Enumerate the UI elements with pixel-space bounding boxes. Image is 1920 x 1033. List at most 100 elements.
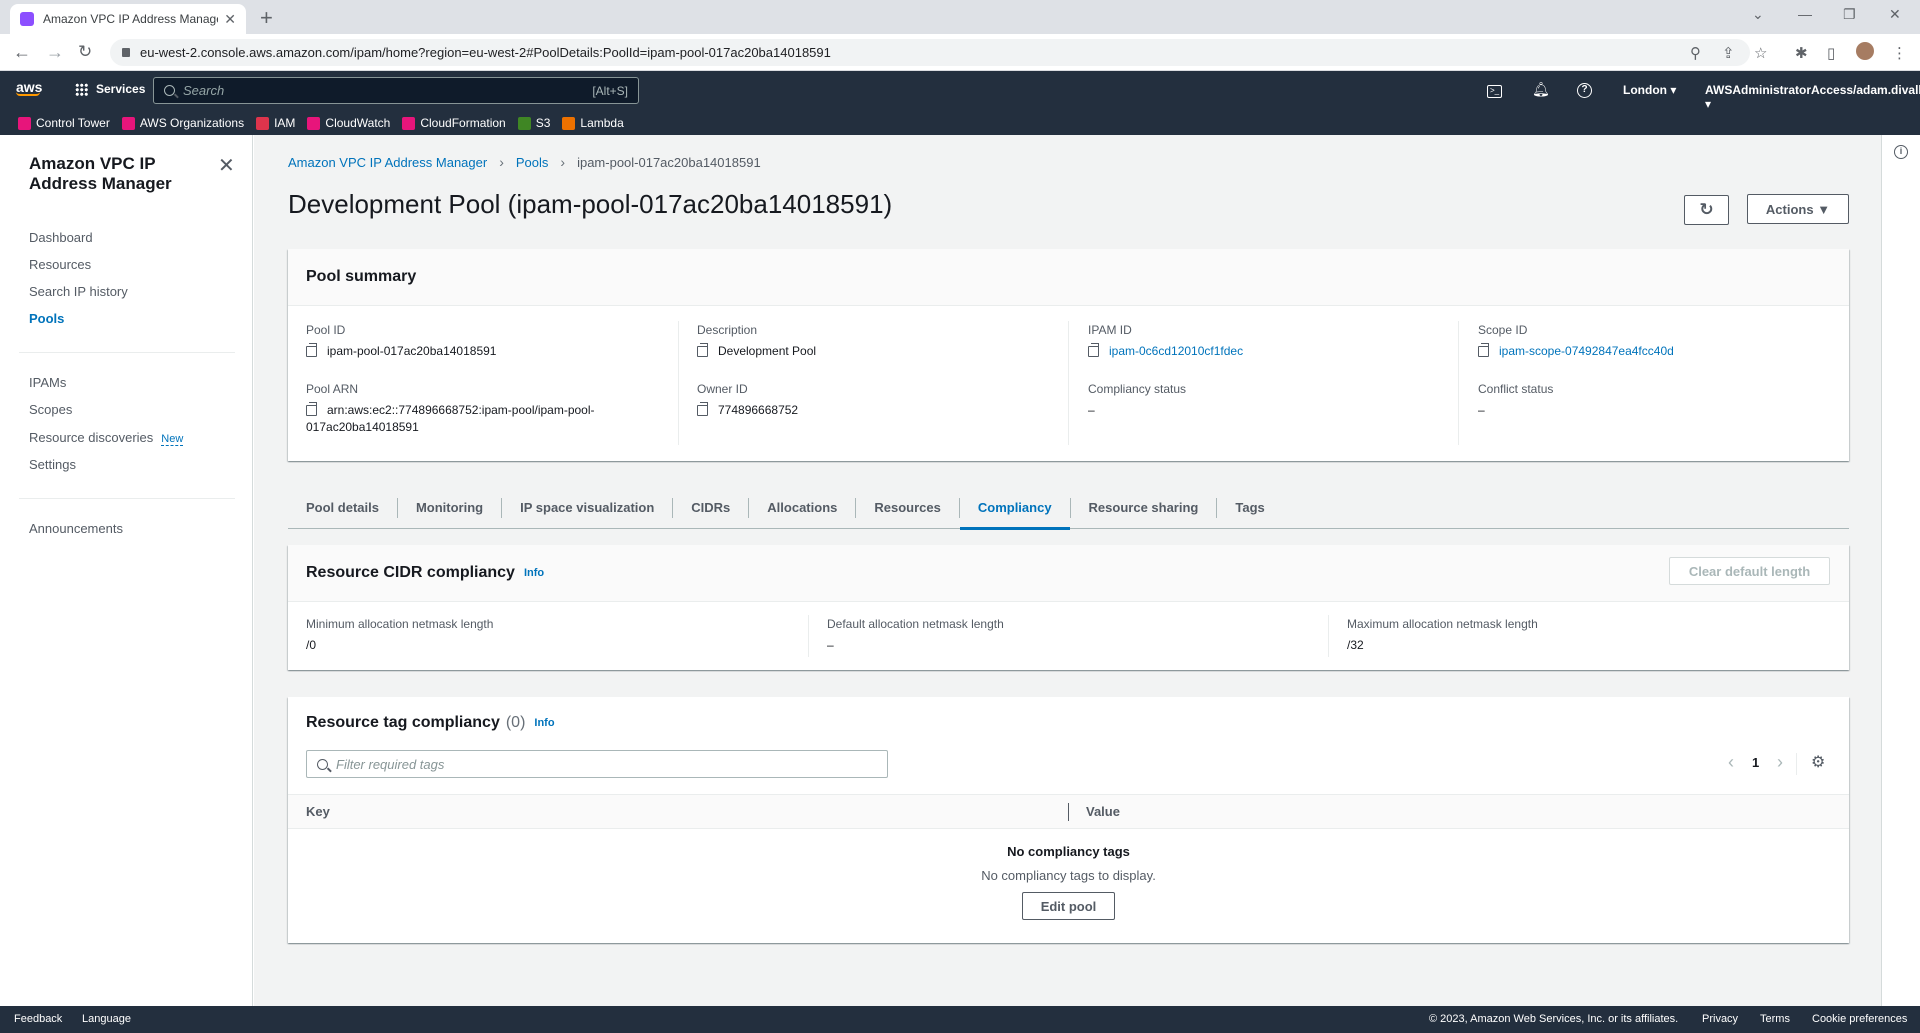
close-window-icon[interactable]: ✕ — [1889, 6, 1901, 23]
favorite-lambda[interactable]: Lambda — [562, 116, 624, 130]
sidebar-item-search-ip-history[interactable]: Search IP history — [29, 284, 128, 299]
pool-arn-label: Pool ARN — [306, 382, 359, 396]
tab-resources[interactable]: Resources — [856, 497, 960, 518]
page-title: Development Pool (ipam-pool-017ac20ba140… — [288, 189, 893, 219]
forward-icon[interactable]: → — [46, 42, 64, 63]
tab-compliancy[interactable]: Compliancy — [959, 497, 1071, 530]
favorite-cloudformation[interactable]: CloudFormation — [402, 116, 506, 130]
favorite-iam[interactable]: IAM — [256, 116, 295, 130]
sidenav-title[interactable]: Amazon VPC IP Address Manager — [29, 154, 199, 194]
browser-menu-icon[interactable]: ⋮ — [1892, 44, 1907, 62]
back-icon[interactable]: ← — [13, 42, 31, 63]
column-key[interactable]: Key — [306, 804, 330, 819]
tab-allocations[interactable]: Allocations — [749, 497, 857, 518]
help-icon[interactable]: ? — [1577, 83, 1592, 98]
profile-avatar[interactable] — [1856, 42, 1874, 60]
feedback-link[interactable]: Feedback — [14, 1013, 62, 1025]
tab-resource-sharing[interactable]: Resource sharing — [1071, 497, 1218, 518]
tab-ip-space-visualization[interactable]: IP space visualization — [502, 497, 674, 518]
side-panel-icon[interactable]: ▯ — [1827, 44, 1835, 62]
refresh-button[interactable]: ↻ — [1684, 195, 1729, 225]
edit-pool-button[interactable]: Edit pool — [1022, 892, 1115, 920]
tab-cidrs[interactable]: CIDRs — [673, 497, 750, 518]
tag-compliancy-panel: Resource tag compliancy (0) Info Filter … — [288, 697, 1849, 943]
close-icon[interactable]: ✕ — [218, 153, 235, 178]
aws-logo[interactable]: aws — [16, 79, 42, 96]
sidebar-item-resources[interactable]: Resources — [29, 257, 91, 272]
chevron-right-icon[interactable]: › — [1777, 752, 1783, 773]
share-icon[interactable]: ⇪ — [1722, 44, 1735, 62]
sidebar-item-dashboard[interactable]: Dashboard — [29, 230, 93, 245]
minimize-icon[interactable]: — — [1798, 6, 1812, 22]
actions-button[interactable]: Actions ▼ — [1747, 194, 1849, 224]
url-input[interactable]: eu-west-2.console.aws.amazon.com/ipam/ho… — [110, 39, 1750, 66]
sidebar-item-scopes[interactable]: Scopes — [29, 402, 72, 417]
restore-icon[interactable]: ❐ — [1843, 6, 1856, 23]
sidebar-item-resource-discoveries[interactable]: Resource discoveries New — [29, 430, 184, 446]
copy-icon[interactable] — [306, 402, 317, 416]
aws-top-nav: aws Services Search [Alt+S] >_ 🔔︎ ? Lond… — [0, 71, 1920, 111]
scope-id-link[interactable]: ipam-scope-07492847ea4fcc40d — [1499, 343, 1674, 359]
sidebar-item-ipams[interactable]: IPAMs — [29, 375, 66, 390]
breadcrumb-pools[interactable]: Pools — [516, 155, 549, 170]
copy-icon[interactable] — [697, 402, 708, 416]
description-value: Development Pool — [718, 344, 817, 358]
new-tab-icon[interactable]: + — [260, 5, 273, 31]
tab-tags[interactable]: Tags — [1217, 498, 1282, 518]
bookmark-star-icon[interactable]: ☆ — [1754, 44, 1767, 62]
column-resizer[interactable] — [1068, 803, 1069, 821]
copy-icon[interactable] — [697, 343, 708, 357]
aws-search-input[interactable]: Search [Alt+S] — [153, 77, 639, 104]
favorite-label: IAM — [274, 116, 296, 130]
chevron-left-icon[interactable]: ‹ — [1728, 752, 1734, 773]
favorite-aws-organizations[interactable]: AWS Organizations — [121, 116, 244, 130]
reload-icon[interactable]: ↻ — [78, 42, 92, 62]
tab-monitoring[interactable]: Monitoring — [398, 497, 503, 518]
privacy-link[interactable]: Privacy — [1702, 1013, 1738, 1025]
copy-icon[interactable] — [1088, 343, 1099, 357]
vpc-favicon-icon — [20, 12, 34, 26]
breadcrumb-ipam[interactable]: Amazon VPC IP Address Manager — [288, 155, 487, 170]
terms-link[interactable]: Terms — [1760, 1013, 1790, 1025]
favorite-control-tower[interactable]: Control Tower — [18, 116, 110, 130]
language-link[interactable]: Language — [82, 1013, 131, 1025]
column-divider — [1458, 321, 1459, 445]
ipam-id-link[interactable]: ipam-0c6cd12010cf1fdec — [1109, 343, 1243, 359]
extensions-icon[interactable]: ✱ — [1795, 44, 1808, 62]
service-icon — [121, 116, 135, 130]
tab-search-icon[interactable]: ⌄ — [1752, 6, 1764, 23]
zoom-icon[interactable]: ⚲ — [1690, 44, 1701, 62]
cookie-preferences-link[interactable]: Cookie preferences — [1812, 1013, 1907, 1025]
cloudshell-icon[interactable]: >_ — [1487, 85, 1502, 98]
info-icon[interactable]: i — [1894, 145, 1908, 159]
browser-tab[interactable]: Amazon VPC IP Address Manage ✕ — [10, 4, 246, 34]
filter-tags-input[interactable]: Filter required tags — [306, 750, 888, 778]
info-link[interactable]: Info — [534, 717, 554, 729]
default-netmask-label: Default allocation netmask length — [827, 617, 1004, 631]
close-tab-icon[interactable]: ✕ — [224, 11, 236, 28]
sidebar-item-pools[interactable]: Pools — [29, 311, 64, 326]
sidebar-item-announcements[interactable]: Announcements — [29, 521, 123, 536]
notifications-bell-icon[interactable]: 🔔︎ — [1532, 81, 1550, 98]
copy-icon[interactable] — [306, 343, 317, 357]
help-panel-rail: i — [1881, 135, 1920, 1006]
breadcrumb-current: ipam-pool-017ac20ba14018591 — [577, 154, 761, 170]
cidr-compliancy-heading: Resource CIDR compliancy — [306, 564, 515, 581]
gear-icon[interactable]: ⚙ — [1811, 752, 1825, 772]
copy-icon[interactable] — [1478, 343, 1489, 357]
pool-tabs: Pool details Monitoring IP space visuali… — [288, 487, 1849, 530]
region-selector[interactable]: London ▾ — [1623, 83, 1676, 97]
page-number[interactable]: 1 — [1752, 755, 1759, 770]
pool-arn-value: arn:aws:ec2::774896668752:ipam-pool/ipam… — [327, 403, 595, 417]
favorite-label: Control Tower — [36, 116, 110, 130]
favorite-s3[interactable]: S3 — [517, 116, 550, 130]
favorite-cloudwatch[interactable]: CloudWatch — [307, 116, 390, 130]
tab-pool-details[interactable]: Pool details — [288, 497, 398, 518]
account-menu[interactable]: AWSAdministratorAccess/adam.divall ▾ — [1705, 83, 1920, 111]
info-link[interactable]: Info — [524, 567, 544, 579]
services-menu[interactable]: Services — [75, 82, 145, 96]
column-value[interactable]: Value — [1086, 804, 1120, 819]
sidebar-item-settings[interactable]: Settings — [29, 457, 76, 472]
favorites-bar: Control Tower AWS Organizations IAM CloudWa… — [0, 111, 1920, 135]
clear-default-length-button[interactable]: Clear default length — [1669, 557, 1830, 585]
